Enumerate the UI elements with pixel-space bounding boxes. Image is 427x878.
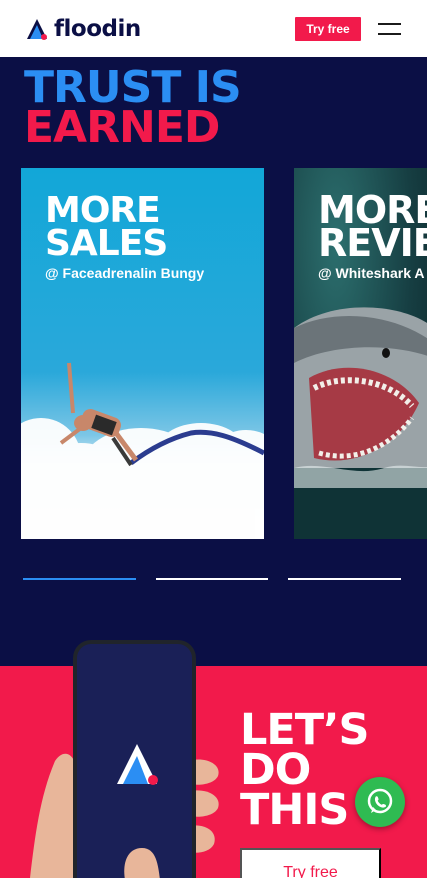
floodin-logo-icon — [27, 19, 47, 40]
whatsapp-icon — [367, 788, 393, 814]
card-subtitle: @ Faceadrenalin Bungy — [45, 265, 205, 281]
try-free-cta-button[interactable]: Try free — [240, 848, 381, 878]
site-header: floodin Try free — [0, 0, 427, 57]
hero-headline-line2: EARNED — [24, 102, 220, 153]
card-subtitle: @ Whiteshark A — [318, 265, 425, 281]
hamburger-menu-icon[interactable] — [378, 21, 402, 37]
testimonial-card-sales[interactable]: MORE SALES @ Faceadrenalin Bungy — [21, 168, 264, 539]
card-title: MORE SALES — [45, 190, 168, 264]
card-title: MORE REVIE — [318, 188, 427, 265]
carousel-indicator-2[interactable] — [156, 578, 268, 580]
cta-headline: LET’S DO THIS — [240, 705, 369, 835]
whatsapp-chat-button[interactable] — [355, 777, 405, 827]
floodin-app-icon — [117, 744, 158, 785]
hero-headline: TRUST IS EARNED — [24, 66, 242, 153]
brand-name: floodin — [54, 16, 141, 42]
thumb-image — [124, 848, 160, 878]
try-free-button[interactable]: Try free — [295, 17, 361, 41]
testimonial-card-reviews[interactable]: MORE REVIE @ Whiteshark A — [294, 168, 427, 539]
carousel-indicator-3[interactable] — [288, 578, 401, 580]
brand-logo[interactable]: floodin — [26, 16, 141, 42]
carousel-indicator-1[interactable] — [23, 578, 136, 580]
